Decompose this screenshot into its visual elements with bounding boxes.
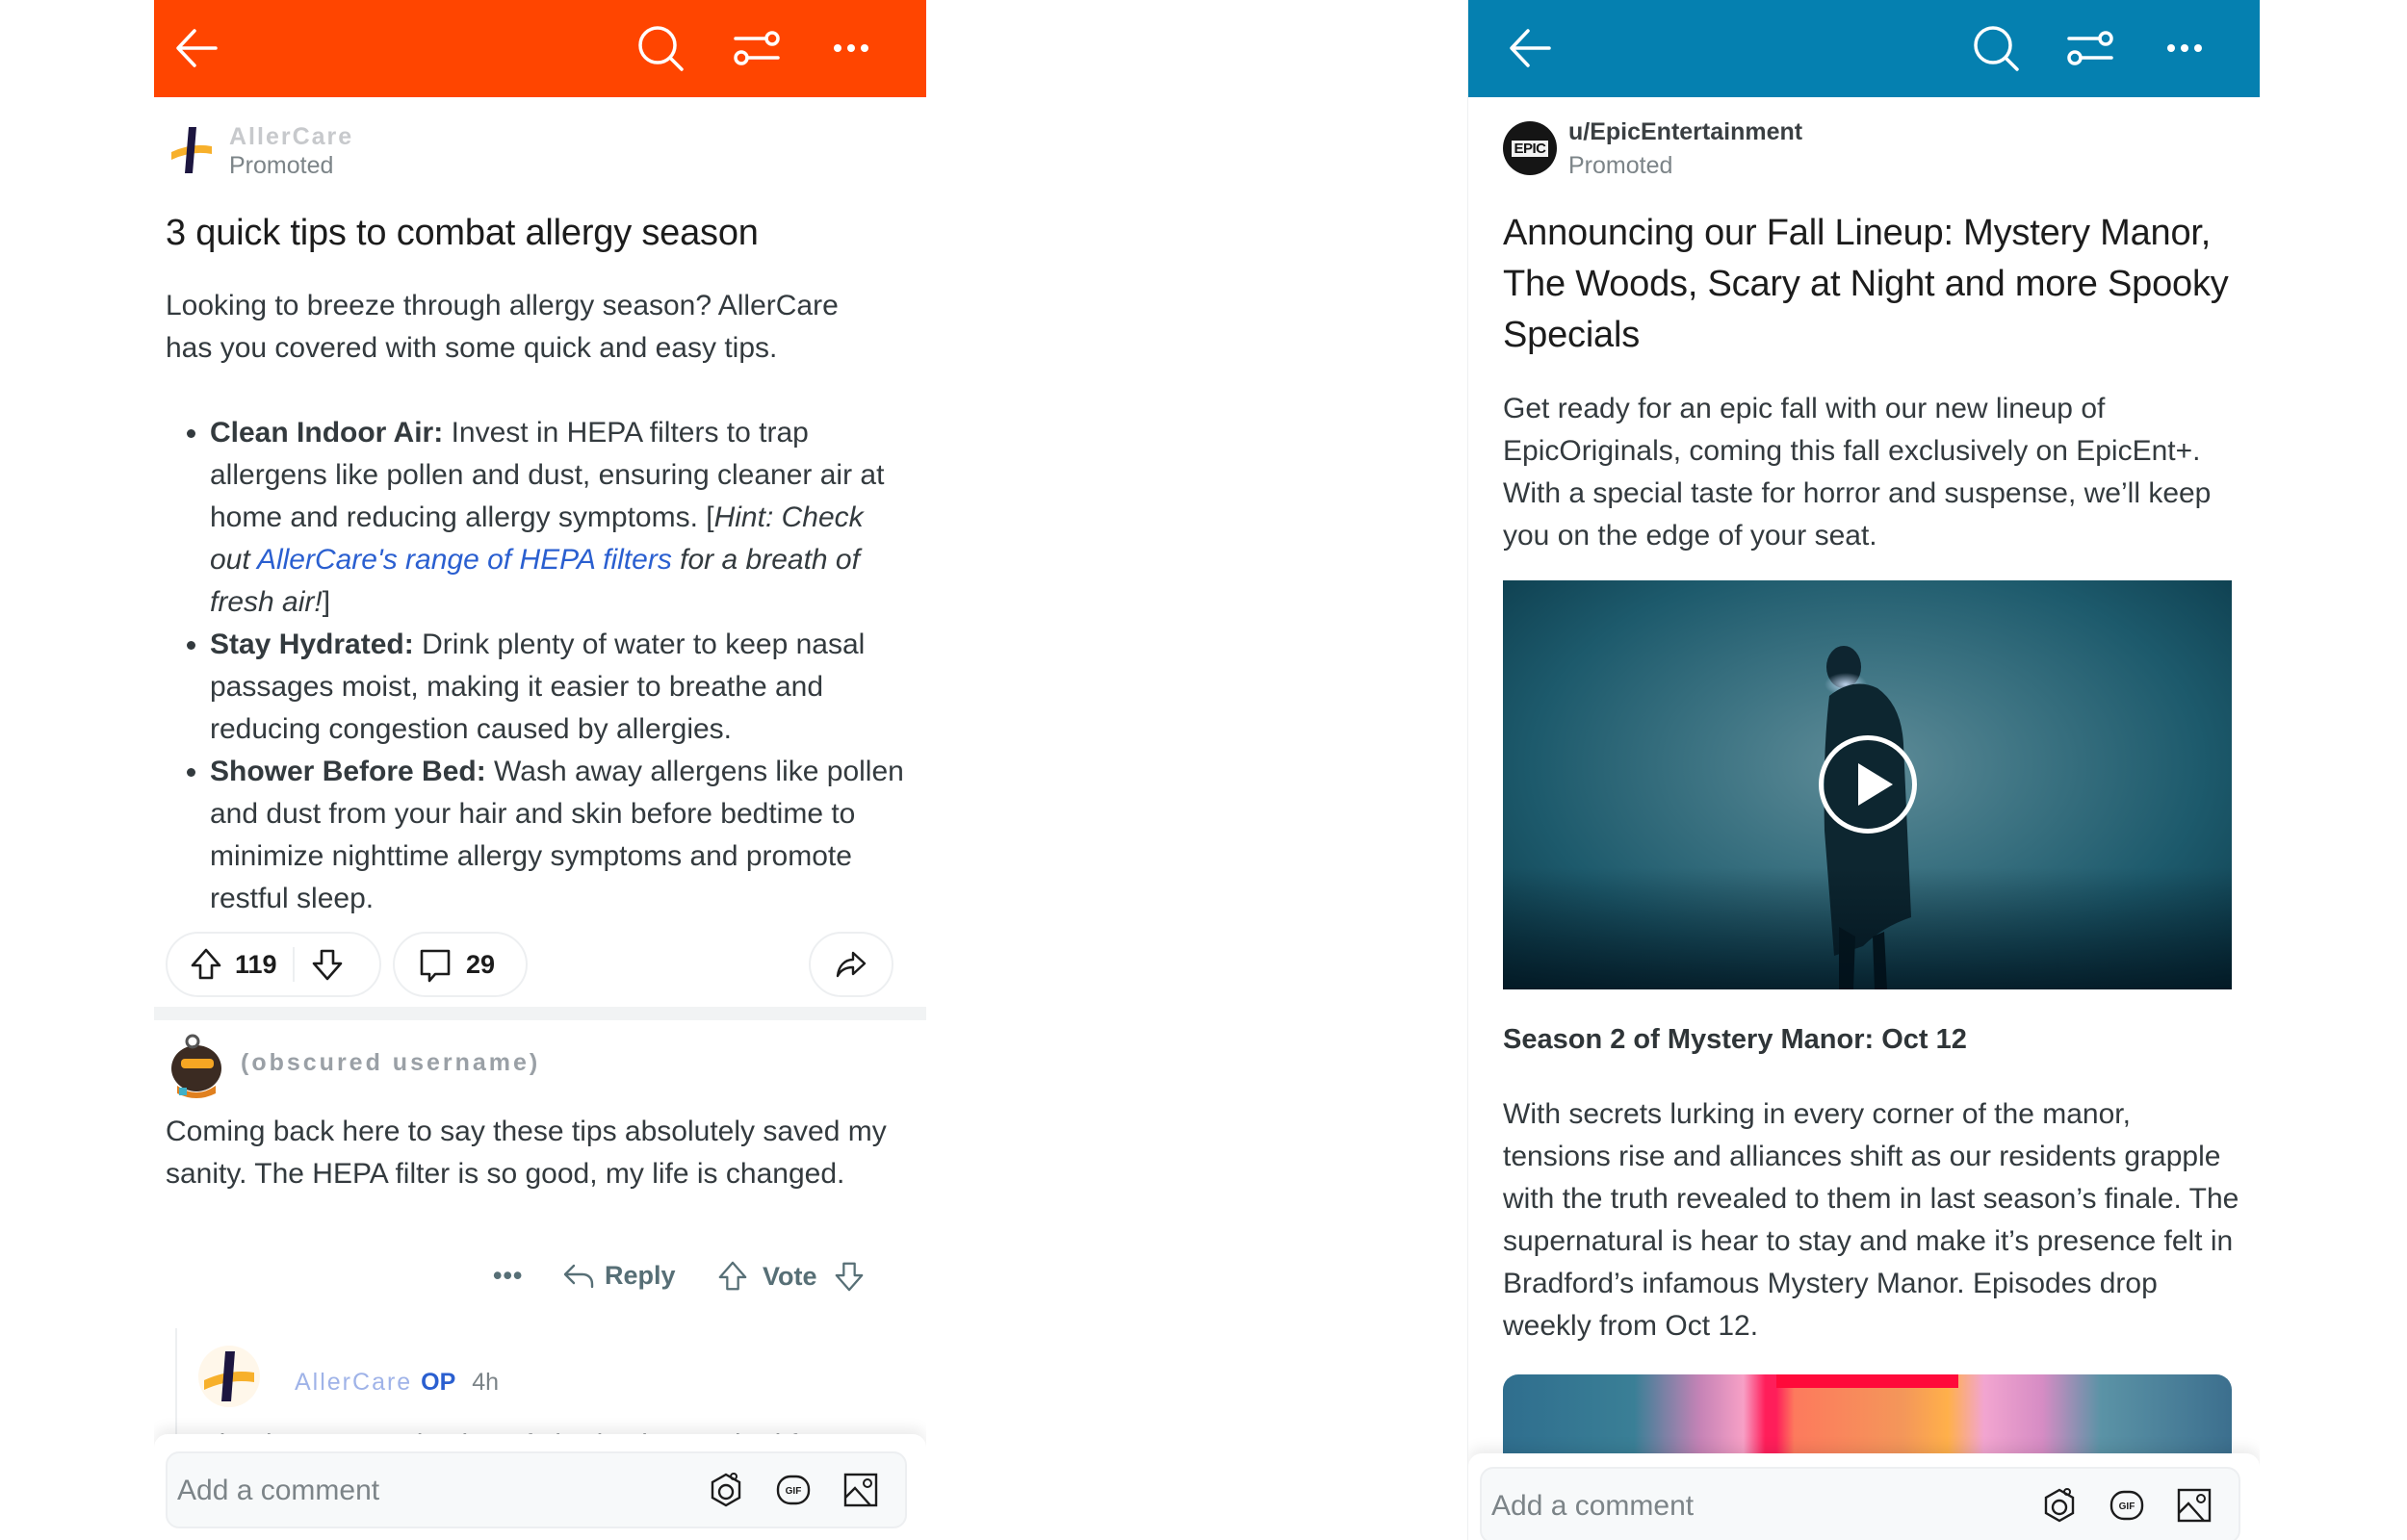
gif-icon: GIF (2109, 1490, 2144, 1521)
tip-item: Clean Indoor Air: Invest in HEPA filters… (210, 412, 907, 624)
comment-bubble-icon (418, 947, 453, 983)
snoo-emoji-button[interactable] (705, 1469, 747, 1511)
reply-button[interactable]: Reply (562, 1261, 676, 1291)
add-comment-input[interactable] (1482, 1469, 1948, 1540)
comment-upvote-icon[interactable] (716, 1259, 749, 1294)
search-button[interactable] (1966, 17, 2028, 79)
vote-divider (292, 947, 295, 982)
reply-meta: AllerCare OP 4h (295, 1369, 499, 1397)
snoo-avatar-icon (171, 1034, 221, 1098)
brand-avatar[interactable] (168, 123, 216, 177)
gif-button[interactable]: GIF (772, 1469, 815, 1511)
back-arrow-icon (1510, 29, 1551, 67)
back-button[interactable] (1499, 17, 1561, 79)
allercare-post-screen: AllerCare Promoted 3 quick tips to comba… (154, 0, 926, 1540)
back-arrow-icon (176, 29, 218, 67)
vote-label: Vote (763, 1261, 817, 1291)
tip-item: Stay Hydrated: Drink plenty of water to … (210, 624, 907, 751)
commenter-username[interactable]: (obscured username) (241, 1049, 540, 1077)
back-button[interactable] (166, 17, 227, 79)
vote-pill: 119 (166, 932, 381, 997)
avatar-sticker-icon (711, 1473, 741, 1507)
top-app-bar (154, 0, 926, 97)
filter-button[interactable] (726, 17, 788, 79)
top-app-bar (1468, 0, 2260, 97)
reply-time: 4h (472, 1369, 500, 1396)
upvote-count: 119 (235, 949, 277, 979)
op-avatar[interactable] (198, 1346, 260, 1407)
search-icon (638, 26, 684, 71)
svg-text:GIF: GIF (2119, 1502, 2135, 1512)
allercare-logo-icon (171, 127, 212, 173)
filter-sliders-icon (2067, 31, 2113, 65)
comment-vote: Vote (716, 1259, 866, 1294)
tip-heading: Shower Before Bed: (210, 756, 486, 787)
more-options-icon (2167, 44, 2202, 52)
epic-logo-text: EPIC (1512, 140, 1548, 157)
tip-heading: Stay Hydrated: (210, 629, 414, 660)
thumbnail-neon-frame (1775, 1374, 1959, 1388)
post-title: Announcing our Fall Lineup: Mystery Mano… (1503, 213, 2229, 355)
share-arrow-icon (836, 951, 867, 978)
avatar-sticker-icon (2044, 1488, 2075, 1523)
more-options-button[interactable] (820, 17, 882, 79)
more-options-icon (834, 44, 868, 52)
comment-input-box: GIF (166, 1451, 907, 1528)
upvote-arrow-icon (191, 948, 221, 980)
gif-icon: GIF (776, 1475, 811, 1505)
allercare-logo-icon (204, 1351, 254, 1401)
comment-composer: GIF (154, 1434, 926, 1540)
image-icon (843, 1473, 878, 1507)
comment-text: Coming back here to say these tips absol… (166, 1116, 887, 1190)
tip-item: Shower Before Bed: Wash away allergens l… (210, 751, 907, 920)
comment-actions: ••• Reply Vote (493, 1261, 897, 1303)
reply-arrow-icon (563, 1264, 594, 1288)
hepa-filters-link[interactable]: AllerCare's range of HEPA filters (257, 544, 672, 576)
tip-heading: Clean Indoor Air: (210, 417, 444, 449)
comment-input-box: GIF (1480, 1467, 2240, 1540)
upvote-button[interactable] (189, 947, 223, 982)
post-intro: Get ready for an epic fall with our new … (1503, 393, 2212, 552)
filter-button[interactable] (2059, 17, 2121, 79)
promoted-label: Promoted (1568, 152, 1673, 179)
downvote-arrow-icon (312, 949, 342, 981)
post-title: 3 quick tips to combat allergy season (166, 213, 759, 253)
comment-more-button[interactable]: ••• (493, 1261, 523, 1291)
comment-composer: GIF (1468, 1453, 2260, 1540)
svg-text:GIF: GIF (786, 1486, 802, 1497)
comment-downvote-icon[interactable] (833, 1259, 866, 1294)
section-heading: Season 2 of Mystery Manor: Oct 12 (1503, 1024, 1967, 1055)
gif-button[interactable]: GIF (2106, 1484, 2148, 1527)
section-text: With secrets lurking in every corner of … (1503, 1098, 2239, 1342)
brand-username[interactable]: u/EpicEntertainment (1568, 118, 1802, 146)
epic-entertainment-post-screen: EPIC u/EpicEntertainment Promoted Announ… (1467, 0, 2260, 1540)
hint-close-bracket: ] (322, 586, 331, 618)
image-upload-button[interactable] (2173, 1484, 2215, 1527)
comments-button[interactable]: 29 (393, 932, 528, 997)
filter-sliders-icon (734, 31, 780, 65)
op-badge: OP (421, 1369, 456, 1396)
brand-avatar[interactable]: EPIC (1503, 121, 1557, 175)
share-button[interactable] (809, 932, 893, 997)
image-icon (2177, 1488, 2212, 1523)
video-player[interactable] (1503, 580, 2232, 989)
snoo-emoji-button[interactable] (2038, 1484, 2081, 1527)
image-upload-button[interactable] (840, 1469, 882, 1511)
add-comment-input[interactable] (168, 1453, 622, 1528)
comment-count: 29 (466, 949, 496, 979)
commenter-avatar[interactable] (166, 1030, 227, 1099)
video-bottom-shade (1503, 866, 2232, 989)
brand-name[interactable]: AllerCare (229, 123, 353, 151)
post-intro: Looking to breeze through allergy season… (166, 290, 839, 364)
section-divider (154, 1007, 926, 1020)
promoted-label: Promoted (229, 152, 334, 179)
tips-list: Clean Indoor Air: Invest in HEPA filters… (166, 412, 907, 920)
reply-label: Reply (605, 1261, 676, 1290)
search-icon (1974, 26, 2019, 71)
op-username[interactable]: AllerCare (295, 1369, 412, 1396)
search-button[interactable] (631, 17, 692, 79)
downvote-button[interactable] (310, 947, 345, 982)
play-button-icon[interactable] (1818, 734, 1917, 834)
more-options-button[interactable] (2154, 17, 2215, 79)
